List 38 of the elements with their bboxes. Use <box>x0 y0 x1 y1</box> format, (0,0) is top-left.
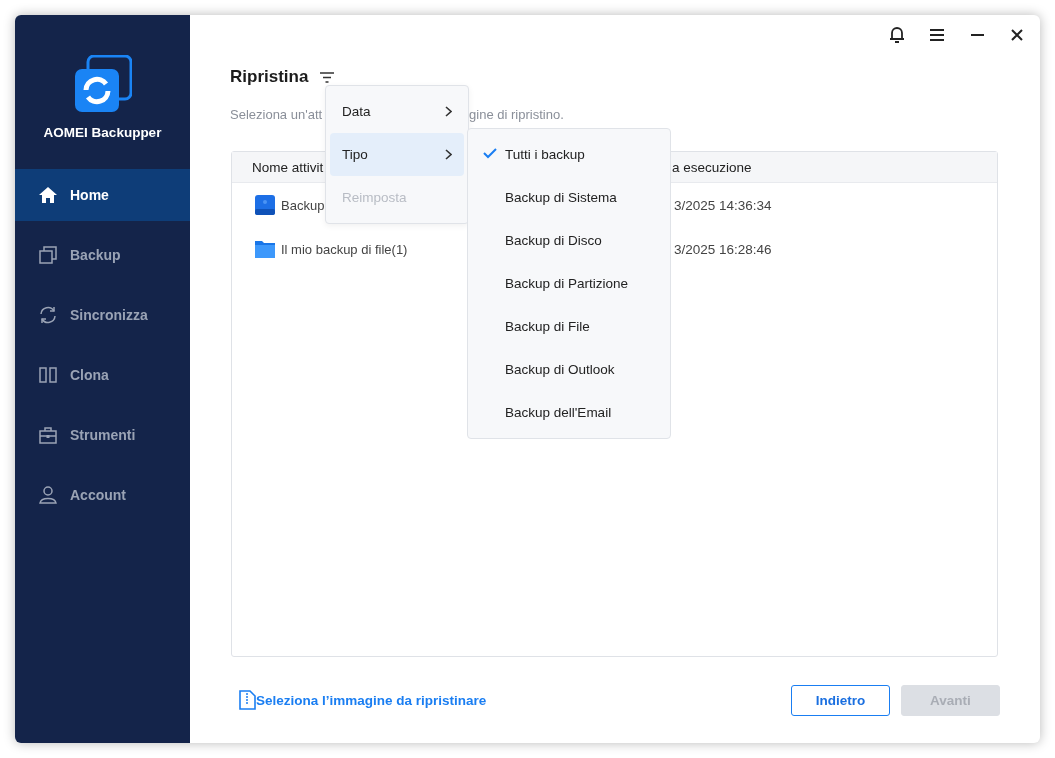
file-icon[interactable] <box>238 690 256 710</box>
page-title: Ripristina <box>230 67 309 87</box>
nav-item[interactable]: Backup <box>15 229 190 281</box>
table-cell: 3/2025 14:36:34 <box>674 197 772 213</box>
nav-item[interactable]: Home <box>15 169 190 221</box>
menu-item[interactable]: Backup di Partizione <box>468 262 670 305</box>
app-logo-icon <box>73 55 132 113</box>
folder-icon <box>254 238 276 260</box>
app-name: AOMEI Backupper <box>43 125 162 140</box>
column-header: Nome attivit <box>251 159 325 175</box>
menu-item[interactable]: Data <box>330 90 464 133</box>
menu-item[interactable]: Tutti i backup <box>468 133 670 176</box>
nav-item[interactable]: Account <box>15 469 190 521</box>
nav-item[interactable]: Strumenti <box>15 409 190 461</box>
copy-icon <box>38 245 58 265</box>
menu-item[interactable]: Backup di Sistema <box>468 176 670 219</box>
nav-item[interactable]: Sincronizza <box>15 289 190 341</box>
toolbox-icon <box>38 425 58 445</box>
menu-item[interactable]: Backup dell'Email <box>468 391 670 434</box>
nav-item[interactable]: Clona <box>15 349 190 401</box>
task-name[interactable]: Backup <box>281 197 325 213</box>
columns-icon <box>38 365 58 385</box>
sync-icon <box>38 305 58 325</box>
subtitle-text: gine di ripristino. <box>469 106 564 122</box>
menu-item[interactable]: Backup di Disco <box>468 219 670 262</box>
back-button[interactable]: Indietro <box>791 684 890 716</box>
menu-item[interactable]: Backup di File <box>468 305 670 348</box>
menu-item[interactable]: Tipo <box>330 133 464 176</box>
drive-icon <box>254 194 276 216</box>
menu-item[interactable]: Backup di Outlook <box>468 348 670 391</box>
table-cell: 3/2025 16:28:46 <box>674 241 772 257</box>
column-header: a esecuzione <box>672 159 752 175</box>
user-icon <box>38 485 58 505</box>
filter-icon[interactable] <box>320 71 335 83</box>
subtitle-text: Seleziona un'att <box>230 106 323 122</box>
select-image-link[interactable]: Seleziona l’immagine da ripristinare <box>256 692 487 708</box>
task-name[interactable]: Il mio backup di file(1) <box>281 241 408 257</box>
home-icon <box>38 185 58 205</box>
